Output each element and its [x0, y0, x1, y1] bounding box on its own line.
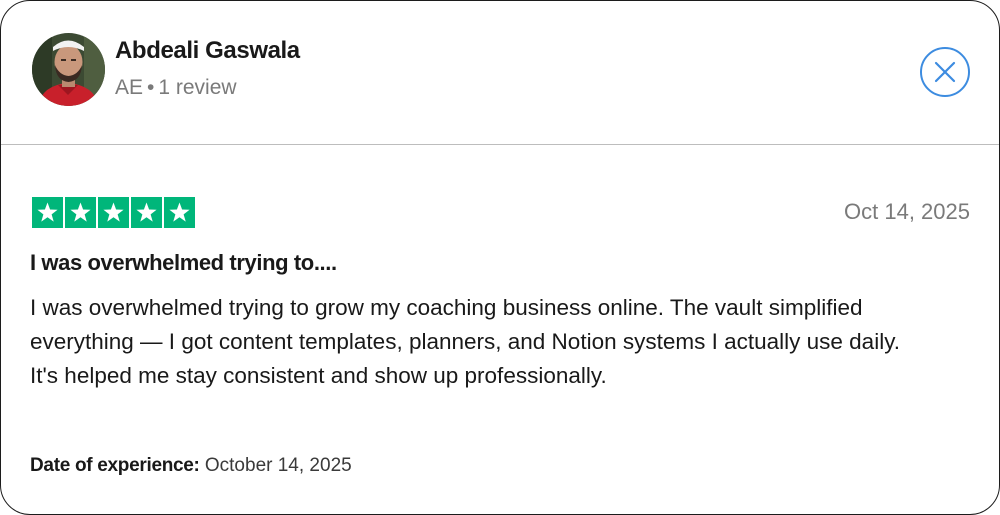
close-button[interactable]: [920, 47, 970, 97]
avatar[interactable]: [32, 33, 105, 106]
experience-date: October 14, 2025: [204, 455, 352, 476]
star-icon: [65, 197, 96, 228]
reviewer-name[interactable]: Abdeali Gaswala: [115, 37, 300, 65]
star-rating: [32, 197, 195, 228]
star-icon: [131, 197, 162, 228]
close-icon: [934, 61, 956, 83]
star-icon: [164, 197, 195, 228]
reviewer-header: Abdeali Gaswala AE • 1 review: [1, 1, 999, 145]
reviewer-review-count[interactable]: 1 review: [158, 76, 236, 99]
experience-label: Date of experience:: [30, 455, 200, 476]
date-of-experience: Date of experience: October 14, 2025: [30, 455, 352, 477]
star-icon: [98, 197, 129, 228]
review-body: I was overwhelmed trying to grow my coac…: [30, 295, 901, 388]
review-card: Abdeali Gaswala AE • 1 review Oct 14, 2025…: [0, 0, 1000, 515]
reviewer-country: AE: [115, 76, 144, 99]
star-icon: [32, 197, 63, 228]
avatar-photo: [32, 33, 105, 106]
reviewer-meta: AE • 1 review: [115, 76, 237, 100]
meta-separator: •: [147, 76, 155, 99]
review-title: I was overwhelmed trying to....: [30, 250, 337, 275]
review-date: Oct 14, 2025: [844, 199, 970, 224]
